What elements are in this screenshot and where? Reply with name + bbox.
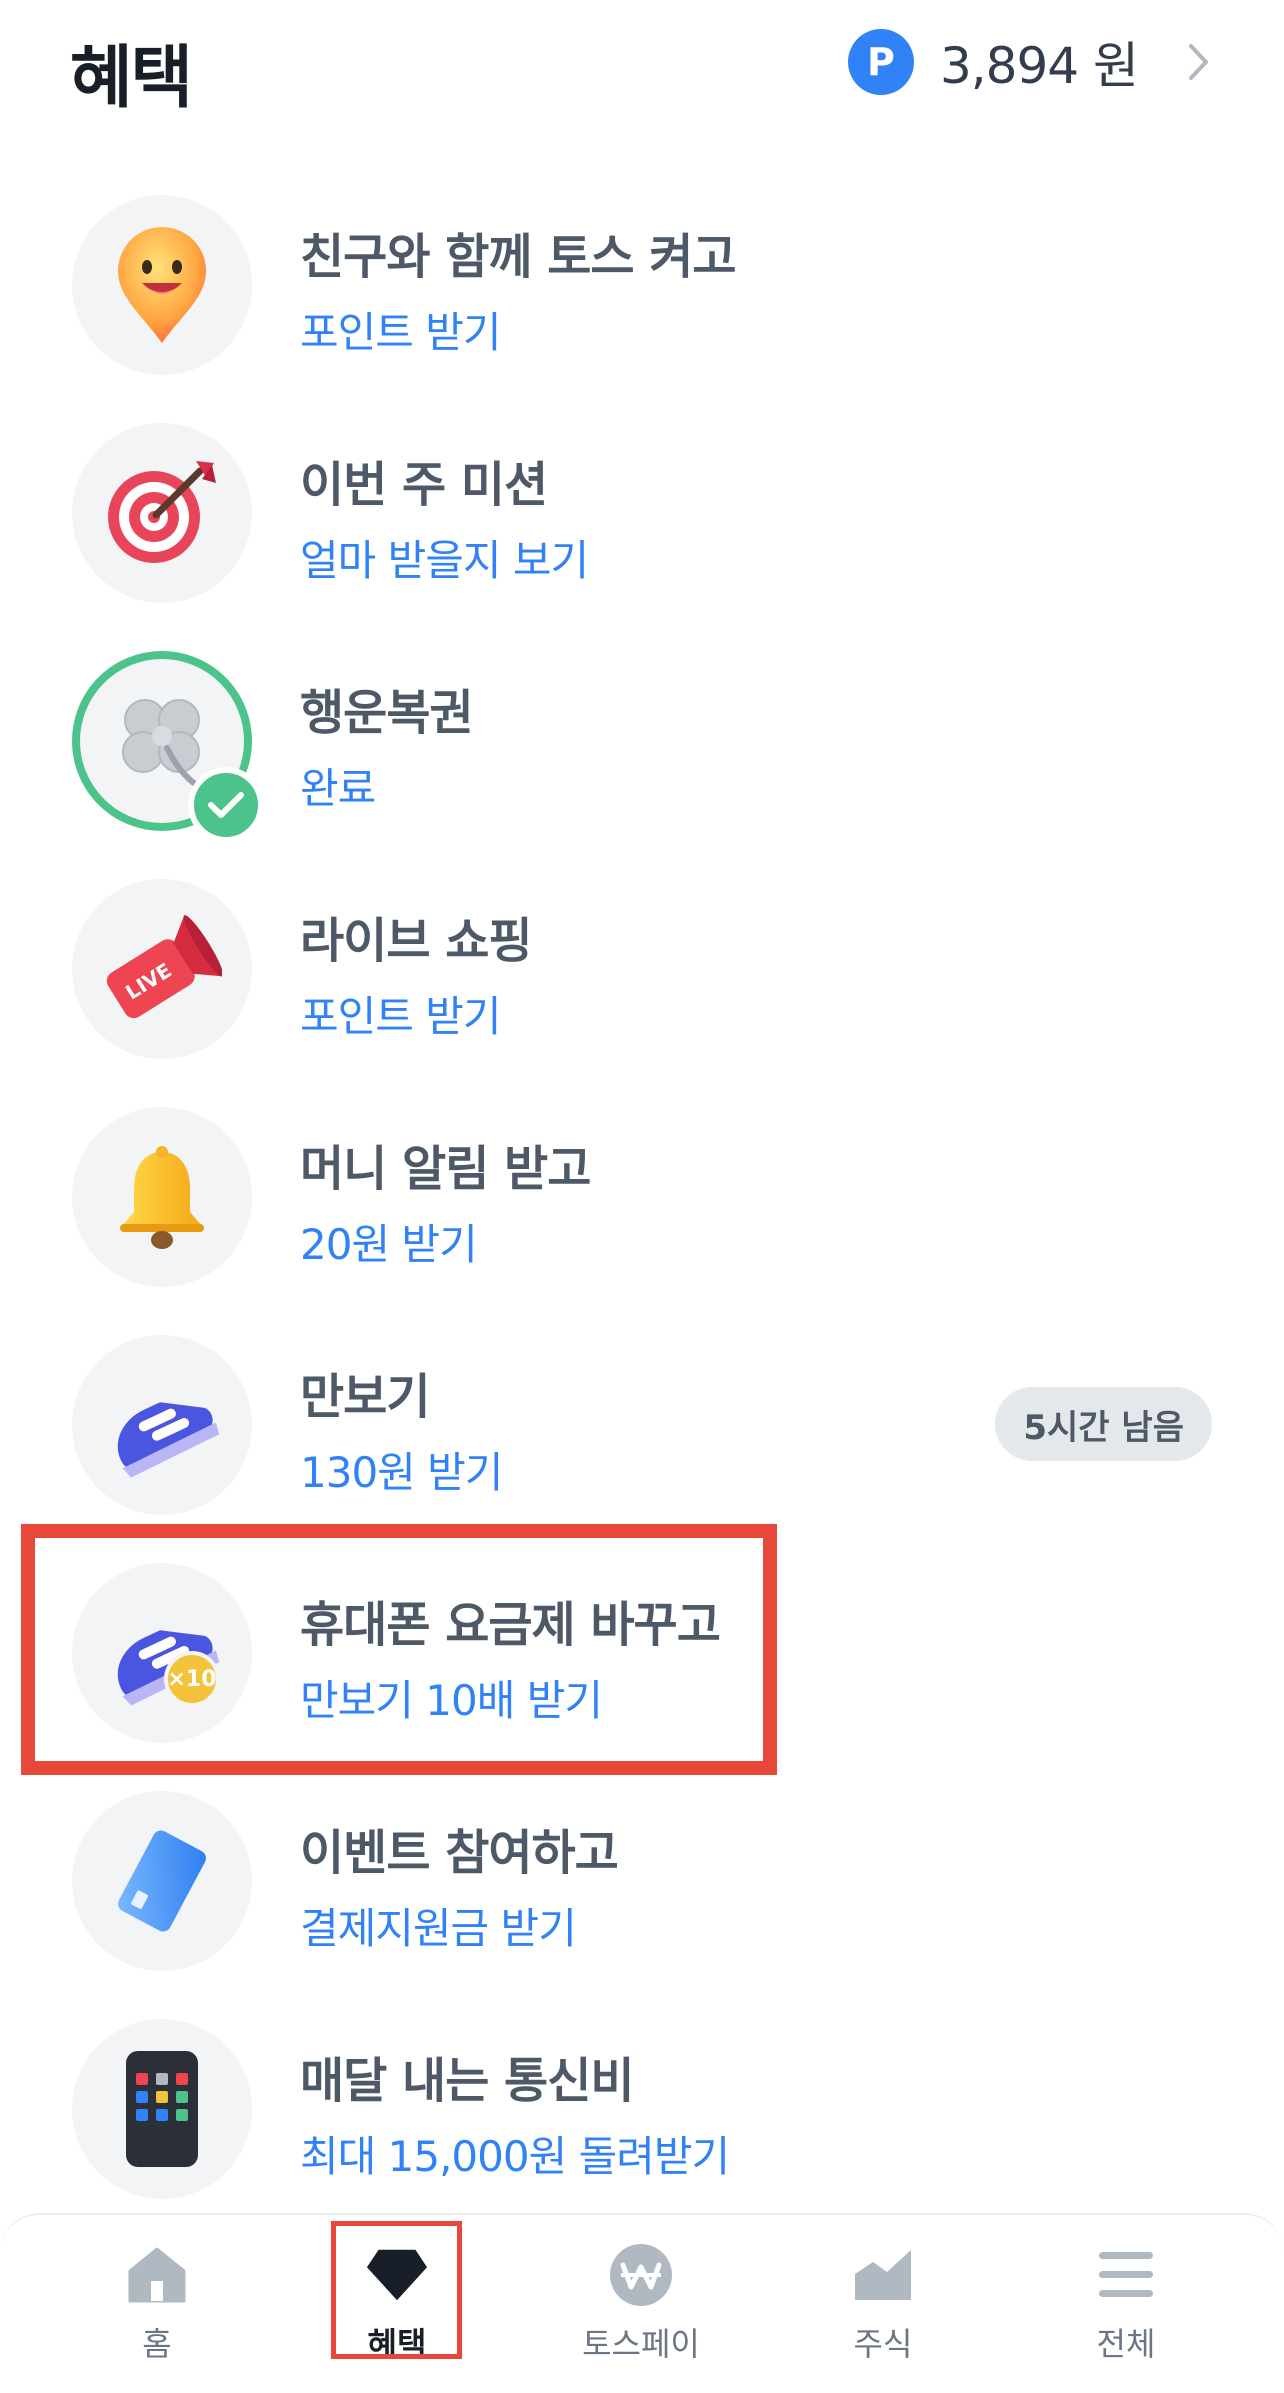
points-balance: 3,894 원: [939, 37, 1139, 95]
item-subtitle: 완료: [300, 764, 376, 813]
item-title: 행운복권: [300, 685, 474, 741]
tab-tosspay[interactable]: 토스페이: [561, 2215, 721, 2393]
item-title: 이번 주 미션: [300, 457, 548, 513]
home-icon: [125, 2243, 189, 2307]
item-subtitle: 최대 15,000원 돌려받기: [300, 2132, 730, 2181]
list-item[interactable]: LIVE 라이브 쇼핑 포인트 받기: [0, 879, 1284, 1107]
header: 혜택 P 3,894 원: [0, 0, 1284, 130]
tab-home[interactable]: 홈: [77, 2215, 237, 2393]
tab-stocks[interactable]: 주식: [803, 2215, 963, 2393]
smiley-pin-icon: [72, 195, 252, 375]
page-title: 혜택: [70, 39, 193, 118]
item-subtitle: 얼마 받을지 보기: [300, 536, 589, 585]
time-remaining-badge: 5시간 남음: [995, 1387, 1212, 1461]
tab-label: 주식: [853, 2325, 913, 2363]
tab-all[interactable]: 전체: [1046, 2215, 1206, 2393]
item-subtitle: 20원 받기: [300, 1220, 478, 1269]
item-subtitle: 결제지원금 받기: [300, 1904, 577, 1953]
live-megaphone-icon: LIVE: [72, 879, 252, 1059]
list-item[interactable]: 머니 알림 받고 20원 받기: [0, 1107, 1284, 1335]
won-icon: [609, 2243, 673, 2307]
tab-bar: 홈 혜택 토스페이 주식 전체: [0, 2213, 1284, 2393]
check-badge-icon: [188, 767, 264, 843]
item-title: 이벤트 참여하고: [300, 1825, 619, 1881]
chevron-right-icon: [1188, 37, 1218, 87]
tab-label: 홈: [142, 2325, 172, 2363]
bell-icon: [72, 1107, 252, 1287]
item-subtitle: 포인트 받기: [300, 308, 502, 357]
target-dart-icon: [72, 423, 252, 603]
list-item[interactable]: 행운복권 완료: [0, 651, 1284, 879]
item-title: 라이브 쇼핑: [300, 913, 533, 969]
item-subtitle: 포인트 받기: [300, 992, 502, 1041]
menu-icon: [1094, 2243, 1158, 2307]
tab-label: 전체: [1096, 2325, 1156, 2363]
phone-icon: [72, 2019, 252, 2199]
card-icon: [72, 1791, 252, 1971]
highlight-box: [21, 1524, 777, 1775]
item-title: 매달 내는 통신비: [300, 2053, 635, 2109]
list-item[interactable]: 이벤트 참여하고 결제지원금 받기: [0, 1791, 1284, 2019]
item-title: 만보기: [300, 1369, 430, 1425]
tab-highlight-box: [331, 2221, 462, 2359]
tab-label: 토스페이: [582, 2325, 700, 2363]
item-title: 친구와 함께 토스 켜고: [300, 229, 737, 285]
item-title: 머니 알림 받고: [300, 1141, 591, 1197]
clover-icon: [72, 651, 264, 843]
points-button[interactable]: P 3,894 원: [847, 29, 1218, 95]
point-icon: P: [847, 29, 914, 95]
item-subtitle: 130원 받기: [300, 1448, 503, 1497]
list-item[interactable]: 이번 주 미션 얼마 받을지 보기: [0, 423, 1284, 651]
list-item[interactable]: 친구와 함께 토스 켜고 포인트 받기: [0, 195, 1284, 423]
sneaker-icon: [72, 1335, 252, 1515]
chart-icon: [851, 2243, 915, 2307]
